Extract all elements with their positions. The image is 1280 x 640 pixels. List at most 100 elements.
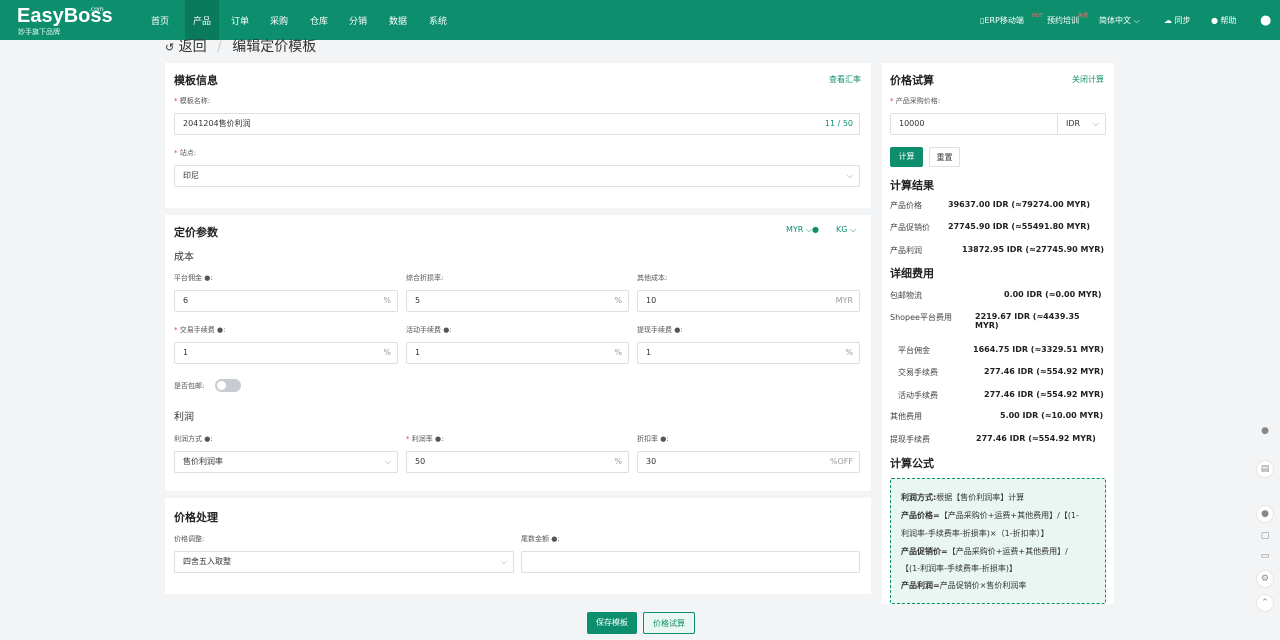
char-count: 11 / 50 (824, 119, 853, 128)
purchase-price-label: * 产品采购价格: (890, 97, 941, 105)
brand-tagline: 妙手旗下品牌 (18, 28, 60, 36)
profit-rate-input[interactable]: 50% (406, 451, 629, 473)
pricing-params-title: 定价参数 (174, 226, 218, 239)
pricing-params-panel: 定价参数 MYR ⌵● KG ⌵ 成本 平台佣金 ●: 6% 综合折损率: 5%… (165, 215, 871, 491)
nav-data[interactable]: 数据 (383, 0, 413, 40)
free-shipping-label: 是否包邮: (174, 382, 205, 390)
platform-fee-input[interactable]: 6% (174, 290, 398, 312)
help-icon: ● (204, 435, 211, 443)
chevron-down-icon: ⌵ (384, 457, 391, 466)
formula-line: 利润方式:根据【售价利润率】计算 (901, 493, 1025, 502)
formula-line: 利润率-手续费率-折损率)×（1-折扣率）】 (901, 529, 1049, 538)
user-icon[interactable]: ● (1260, 14, 1271, 28)
help-icon: ● (660, 435, 667, 443)
profit-heading: 利润 (174, 412, 194, 423)
nav-distribution[interactable]: 分销 (343, 0, 373, 40)
site-select[interactable]: 印尼 ⌵ (174, 165, 860, 187)
nav-system[interactable]: 系统 (423, 0, 453, 40)
price-adjust-select[interactable]: 四舍五入取整 ⌵ (174, 551, 514, 573)
nav-orders[interactable]: 订单 (225, 0, 255, 40)
result-title: 计算结果 (890, 179, 934, 192)
breadcrumb: ↺ 返回 / 编辑定价模板 (165, 36, 316, 58)
price-processing-panel: 价格处理 价格调整: 四舍五入取整 ⌵ 尾数金额 ●: (165, 498, 871, 594)
close-calc-link[interactable]: 关闭计算 (1072, 74, 1104, 85)
back-link[interactable]: 返回 (179, 39, 207, 55)
cost-heading: 成本 (174, 252, 194, 263)
hot-badge: HOT (1032, 13, 1043, 19)
training-link[interactable]: 预约培训 免费 (1047, 13, 1088, 28)
help-button[interactable]: ● 帮助 (1211, 14, 1237, 28)
view-rate-link[interactable]: 查看汇率 (829, 74, 861, 85)
avatar-icon[interactable]: ● (1256, 505, 1274, 523)
help-icon: ● (1211, 16, 1218, 25)
back-icon: ↺ (165, 41, 175, 54)
template-name-input[interactable]: 2041204售价利润 11 / 50 (174, 113, 860, 135)
free-shipping-toggle[interactable] (215, 379, 241, 392)
sync-button[interactable]: ☁ 同步 (1164, 14, 1191, 28)
save-template-button[interactable]: 保存模板 (587, 612, 637, 634)
other-cost-label: 其他成本: (637, 274, 668, 282)
price-calc-title: 价格试算 (890, 74, 934, 87)
txn-fee-input[interactable]: 1% (174, 342, 398, 364)
chevron-down-icon: ⌵ (1131, 16, 1140, 25)
formula-line: 产品价格=【产品采购价+运费+其他费用】/【(1- (901, 511, 1079, 520)
help-icon: ● (216, 326, 224, 334)
nav-home[interactable]: 首页 (145, 0, 175, 40)
chat-icon[interactable]: ▭ (1256, 548, 1274, 566)
site-label: * 站点: (174, 149, 197, 157)
breadcrumb-separator: / (217, 39, 222, 55)
back-to-top-icon[interactable]: ⌃ (1256, 594, 1274, 612)
activity-fee-input[interactable]: 1% (406, 342, 629, 364)
profit-method-label: 利润方式 ●: (174, 435, 213, 443)
help-icon: ● (434, 435, 442, 443)
tail-amount-label: 尾数金额 ●: (521, 535, 560, 543)
chevron-down-icon: ⌵ (846, 171, 853, 180)
price-trial-button[interactable]: 价格试算 (643, 612, 695, 634)
nav-product[interactable]: 产品 (185, 0, 219, 40)
other-cost-input[interactable]: 10 MYR (637, 290, 860, 312)
withdraw-fee-label: 提现手续费 ●: (637, 326, 683, 334)
template-info-title: 模板信息 (174, 74, 218, 87)
help-icon: ● (551, 535, 558, 543)
profit-method-select[interactable]: 售价利润率 ⌵ (174, 451, 398, 473)
purchase-price-input[interactable]: 10000 (890, 113, 1058, 135)
platform-fee-label: 平台佣金 ●: (174, 274, 213, 282)
activity-fee-label: 活动手续费 ●: (406, 326, 452, 334)
settings-icon[interactable]: ⚙ (1256, 570, 1274, 588)
discount-loss-input[interactable]: 5% (406, 290, 629, 312)
purchase-currency-select[interactable]: IDR ⌵ (1057, 113, 1106, 135)
help-icon: ● (811, 225, 819, 234)
chevron-down-icon: ⌵ (1092, 119, 1099, 128)
note-icon[interactable]: ▢ (1256, 528, 1274, 546)
erp-mobile-link[interactable]: ▯ERP移动端 HOT (980, 13, 1043, 28)
free-badge: 免费 (1078, 13, 1089, 19)
price-adjust-label: 价格调整: (174, 535, 205, 543)
help-icon: ● (204, 274, 211, 282)
weight-unit-select[interactable]: KG ⌵ (836, 225, 856, 235)
discount-loss-label: 综合折损率: (406, 274, 444, 282)
top-navbar: EasyBoss .com 妙手旗下品牌 首页 产品 订单 采购 仓库 分销 数… (0, 0, 1280, 40)
reset-button[interactable]: 重置 (929, 147, 960, 167)
robot-icon[interactable]: ● (1256, 423, 1274, 441)
currency-select[interactable]: MYR ⌵● (786, 225, 819, 235)
toggle-knob (217, 381, 226, 390)
calc-button[interactable]: 计算 (890, 147, 923, 167)
template-info-panel: 模板信息 查看汇率 * 模板名称: 2041204售价利润 11 / 50 * … (165, 63, 871, 208)
txn-fee-label: * 交易手续费 ●: (174, 326, 226, 334)
help-icon: ● (674, 326, 681, 334)
discount-input[interactable]: 30 %OFF (637, 451, 860, 473)
fee-title: 详细费用 (890, 267, 934, 280)
brand-logo[interactable]: EasyBoss .com 妙手旗下品牌 (17, 6, 127, 36)
withdraw-fee-input[interactable]: 1% (637, 342, 860, 364)
document-icon[interactable]: ▤ (1256, 460, 1274, 478)
price-processing-title: 价格处理 (174, 511, 218, 524)
profit-rate-label: * 利润率 ●: (406, 435, 444, 443)
nav-purchase[interactable]: 采购 (264, 0, 294, 40)
formula-line: 产品利润=产品促销价×售价利润率 (901, 581, 1027, 590)
template-name-label: * 模板名称: (174, 97, 211, 105)
nav-warehouse[interactable]: 仓库 (304, 0, 334, 40)
tail-amount-input[interactable] (521, 551, 860, 573)
language-select[interactable]: 简体中文 ⌵ (1099, 14, 1140, 28)
page-title: 编辑定价模板 (232, 39, 317, 55)
cloud-icon: ☁ (1164, 16, 1172, 25)
